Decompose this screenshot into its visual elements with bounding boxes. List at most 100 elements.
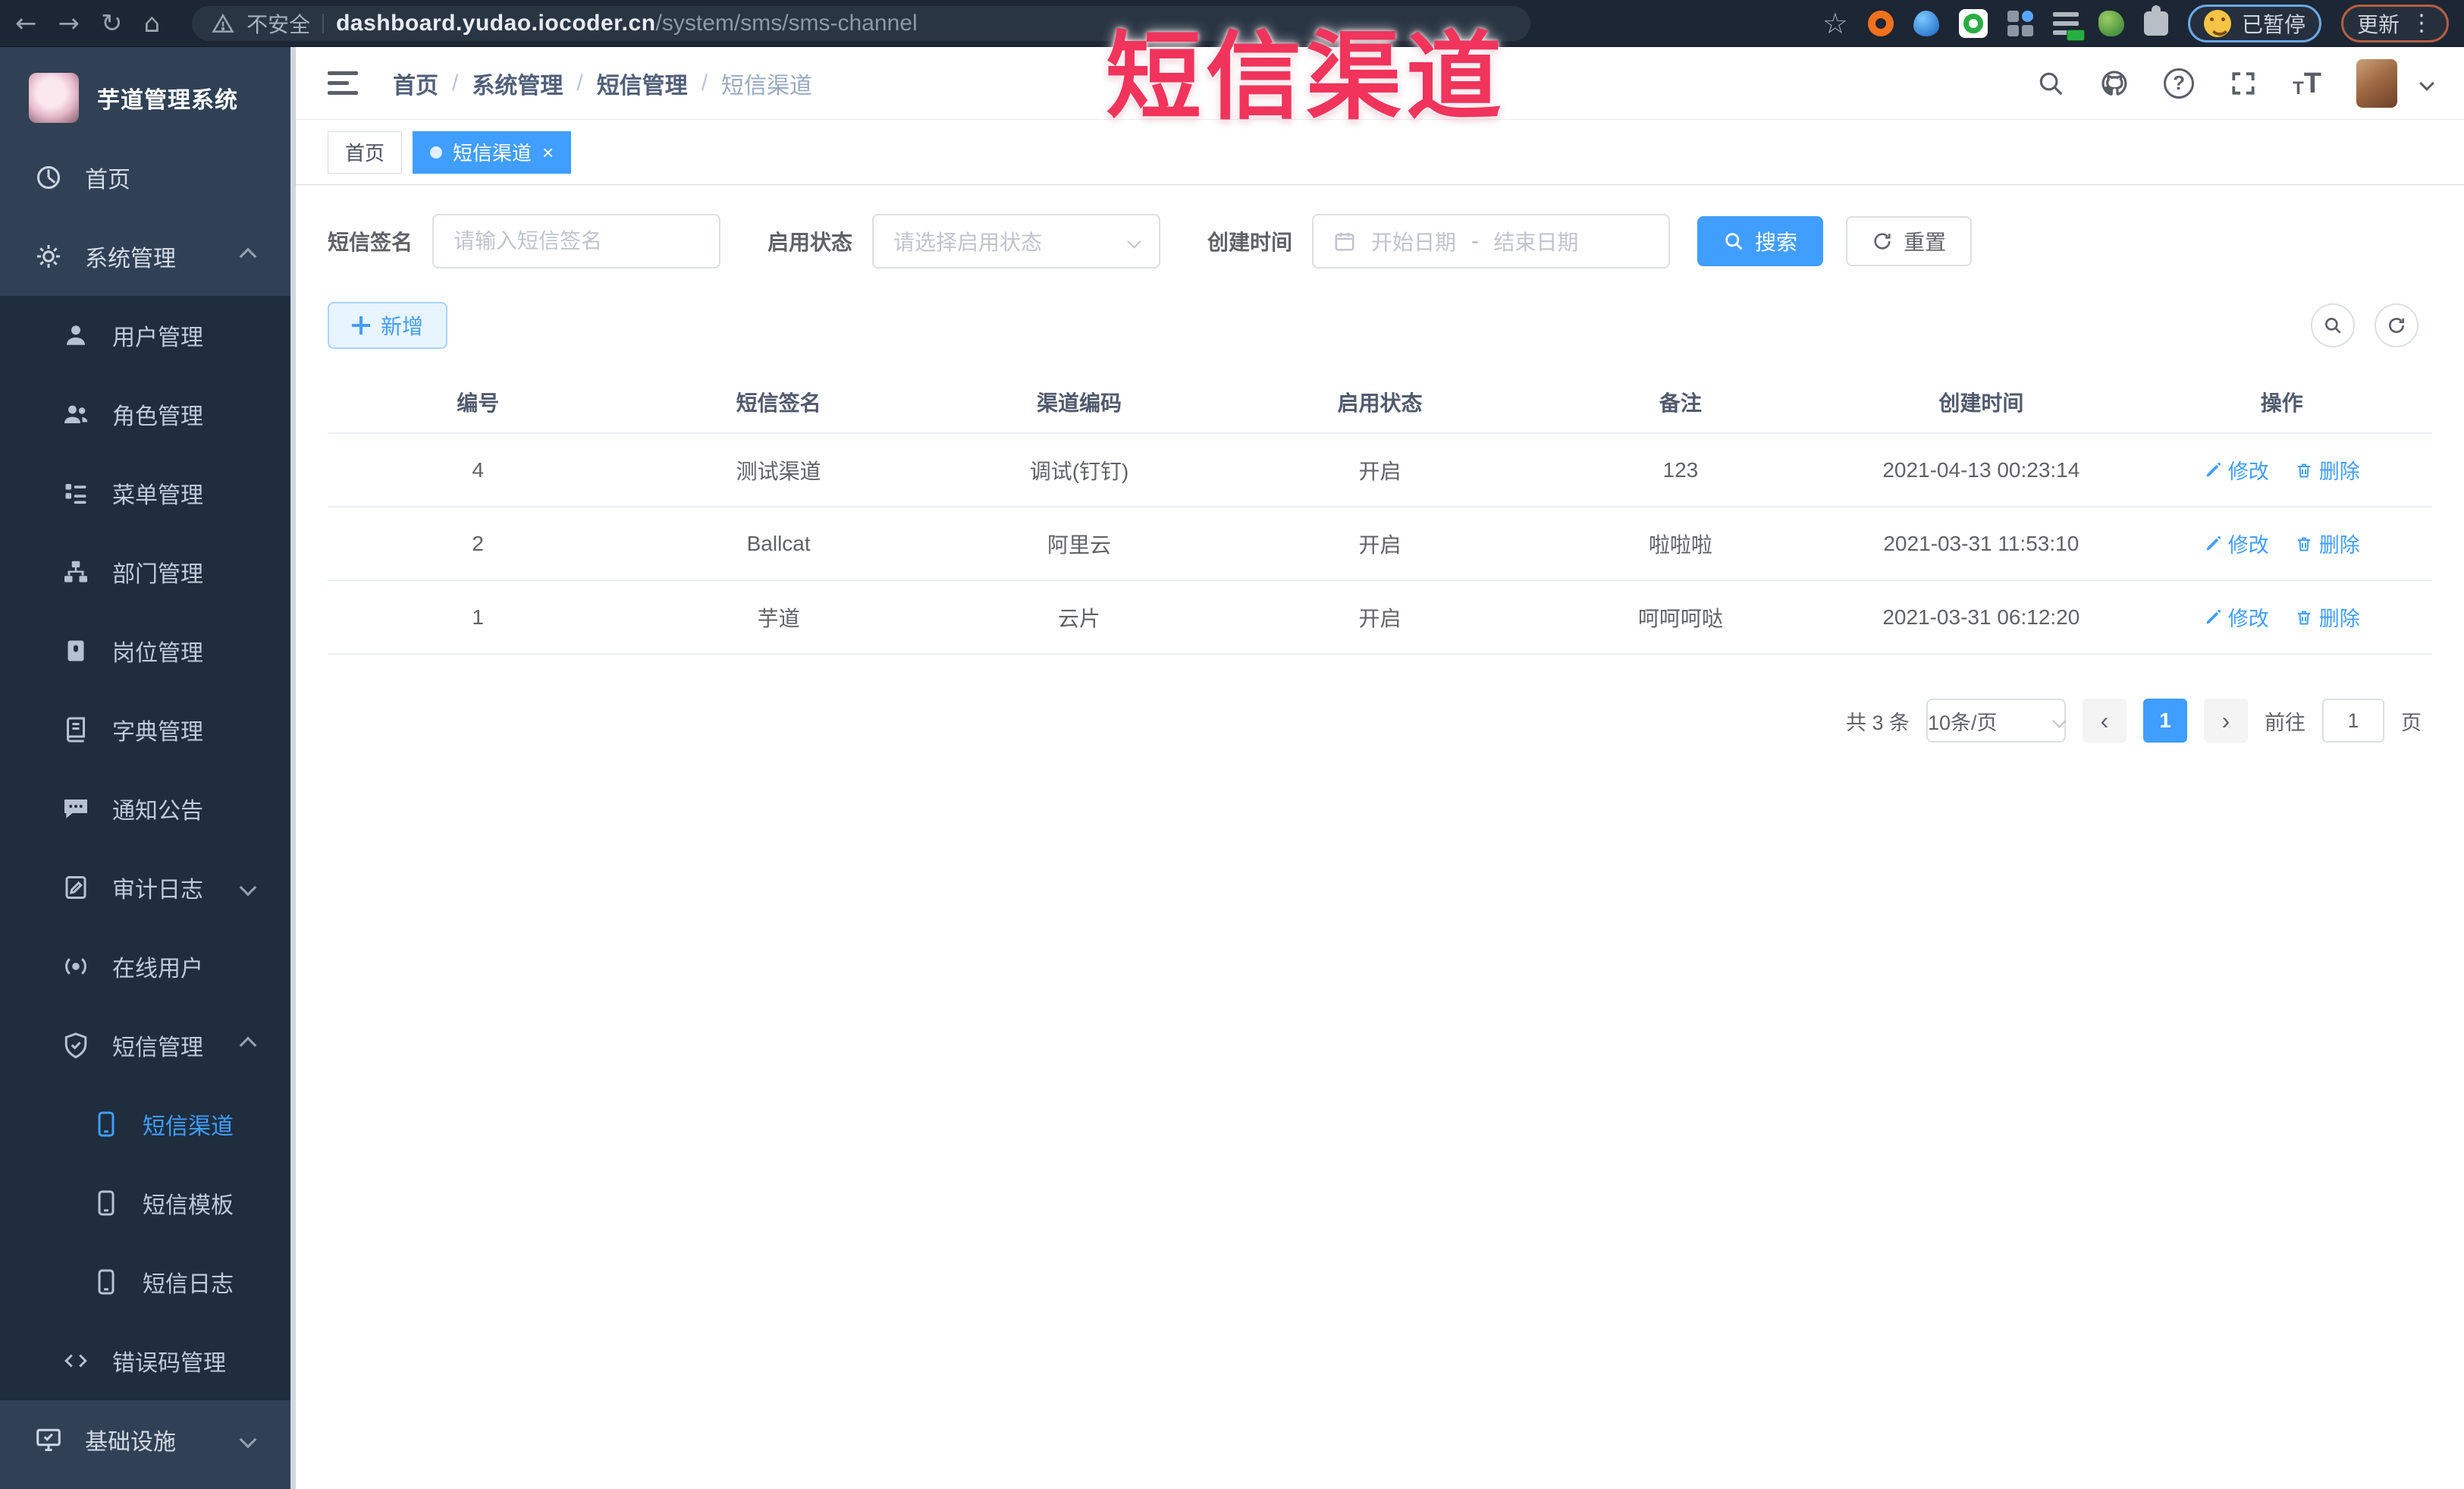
sidebar-item-audit-log[interactable]: 审计日志	[0, 848, 290, 927]
url-host: dashboard.yudao.iocoder.cn	[336, 10, 656, 36]
notice-icon	[64, 799, 87, 818]
header-search-icon[interactable]	[2036, 69, 2065, 98]
sidebar-item-sms-template[interactable]: 短信模板	[0, 1164, 290, 1242]
status-select[interactable]: 请选择启用状态	[872, 214, 1161, 269]
tab-home[interactable]: 首页	[328, 130, 403, 174]
refresh-icon	[2389, 318, 2404, 333]
chevron-down-icon	[1127, 234, 1141, 249]
reload-icon[interactable]: ↻	[101, 11, 123, 36]
search-icon	[2325, 318, 2341, 334]
font-size-icon[interactable]: TT	[2293, 69, 2321, 98]
sidebar-item-sms-log[interactable]: 短信日志	[0, 1242, 290, 1321]
page-1-button[interactable]: 1	[2143, 699, 2187, 743]
add-button[interactable]: 新增	[328, 302, 448, 349]
gear-icon	[37, 245, 60, 268]
status-label: 启用状态	[767, 231, 853, 254]
extensions-puzzle-icon[interactable]	[2143, 5, 2168, 36]
sidebar-toggle-icon[interactable]	[328, 71, 358, 95]
app-logo[interactable]: 芋道管理系统	[0, 47, 296, 138]
breadcrumb-system[interactable]: 系统管理	[472, 67, 563, 100]
browser-menu-icon[interactable]: ⋮	[2410, 10, 2433, 36]
delete-link[interactable]: 删除	[2295, 455, 2360, 485]
table-toolbar: 新增	[328, 302, 2432, 349]
logo-image	[29, 73, 79, 123]
home-icon[interactable]: ⌂	[144, 11, 161, 36]
sidebar-item-sms[interactable]: 短信管理	[0, 1006, 290, 1085]
sign-input[interactable]	[432, 214, 721, 269]
fullscreen-icon[interactable]	[2229, 69, 2258, 98]
sidebar-item-notices[interactable]: 通知公告	[0, 769, 290, 848]
search-button[interactable]: 搜索	[1697, 216, 1824, 266]
sidebar-item-menus[interactable]: 菜单管理	[0, 454, 290, 532]
tab-sms-channel[interactable]: 短信渠道 ×	[413, 130, 572, 174]
extension-list-icon[interactable]	[2052, 11, 2085, 41]
close-tab-icon[interactable]: ×	[542, 143, 554, 162]
bookmark-star-icon[interactable]: ☆	[1822, 7, 1848, 40]
sidebar-item-error-codes[interactable]: 错误码管理	[0, 1321, 290, 1400]
security-label[interactable]: 不安全	[246, 8, 310, 39]
sms-channel-table: 编号 短信签名 渠道编码 启用状态 备注 创建时间 操作 4 测试渠道 调试(钉…	[328, 372, 2432, 655]
sidebar-item-departments[interactable]: 部门管理	[0, 532, 290, 611]
dict-icon	[67, 717, 85, 743]
sms-channel-icon	[98, 1111, 115, 1137]
audit-log-icon	[65, 876, 86, 899]
pagination: 共 3 条 10条/页 ‹ 1 › 前往 页	[328, 699, 2432, 743]
sidebar-item-infrastructure[interactable]: 基础设施	[0, 1400, 290, 1479]
main-content: 短信签名 启用状态 请选择启用状态 创建时间 开始日期 - 结束日期 搜索 重置…	[296, 185, 2464, 1489]
role-icon	[64, 405, 88, 423]
edit-link[interactable]: 修改	[2204, 602, 2269, 632]
search-icon	[1725, 233, 1743, 250]
sidebar-item-sms-channel[interactable]: 短信渠道	[0, 1085, 290, 1164]
avatar-caret-icon[interactable]	[2419, 75, 2434, 91]
next-page-button[interactable]: ›	[2204, 699, 2248, 743]
emoji-avatar	[2203, 9, 2231, 37]
goto-page-input[interactable]	[2322, 699, 2384, 743]
edit-icon	[2206, 536, 2221, 550]
sidebar-item-system[interactable]: 系统管理	[0, 217, 290, 296]
sidebar-item-home[interactable]: 首页	[0, 138, 290, 217]
goto-label: 前往	[2265, 711, 2305, 734]
refresh-table-button[interactable]	[2375, 303, 2418, 347]
sidebar-item-online-users[interactable]: 在线用户	[0, 927, 290, 1006]
app-title: 芋道管理系统	[97, 88, 238, 113]
page-size-select[interactable]: 10条/页	[1926, 699, 2067, 743]
user-avatar[interactable]	[2356, 58, 2397, 108]
extension-plant-icon[interactable]	[2098, 10, 2124, 36]
delete-icon	[2297, 537, 2310, 551]
sidebar-item-roles[interactable]: 角色管理	[0, 375, 290, 454]
extension-green-icon[interactable]	[1958, 8, 1988, 38]
table-row: 1 芋道 云片 开启 呵呵呵哒 2021-03-31 06:12:20 修改 删…	[328, 581, 2432, 655]
plus-icon	[352, 316, 370, 335]
sidebar-item-posts[interactable]: 岗位管理	[0, 611, 290, 690]
delete-link[interactable]: 删除	[2295, 602, 2360, 632]
online-user-icon	[65, 958, 86, 975]
reset-button[interactable]: 重置	[1846, 216, 1973, 266]
back-icon[interactable]: ←	[15, 11, 37, 36]
sidebar: 芋道管理系统 首页 系统管理 用户管理 角色管理 菜单管理 部门管理 岗位管理 …	[0, 47, 296, 1489]
end-date-placeholder: 结束日期	[1493, 231, 1579, 254]
update-chip[interactable]: 更新 ⋮	[2340, 4, 2449, 42]
help-icon[interactable]: ?	[2164, 68, 2195, 99]
breadcrumb-sms[interactable]: 短信管理	[597, 67, 688, 100]
sidebar-menu: 首页 系统管理 用户管理 角色管理 菜单管理 部门管理 岗位管理 字典管理 通知…	[0, 138, 290, 1479]
extension-blue-icon[interactable]	[1913, 10, 1939, 36]
sidebar-item-users[interactable]: 用户管理	[0, 296, 290, 375]
toggle-search-button[interactable]	[2311, 303, 2355, 347]
forward-icon[interactable]: →	[58, 11, 80, 36]
page-title-annotation: 短信渠道	[1106, 24, 1506, 130]
edit-link[interactable]: 修改	[2204, 529, 2269, 558]
total-count: 共 3 条	[1845, 711, 1910, 734]
delete-link[interactable]: 删除	[2295, 529, 2360, 558]
edit-link[interactable]: 修改	[2204, 455, 2269, 485]
chevron-down-icon	[239, 878, 257, 897]
profile-paused-chip[interactable]: 已暂停	[2187, 4, 2321, 42]
extension-orange-icon[interactable]	[1867, 10, 1894, 36]
sidebar-item-dictionary[interactable]: 字典管理	[0, 690, 290, 769]
edit-icon	[2206, 462, 2221, 476]
breadcrumb-home[interactable]: 首页	[393, 67, 438, 100]
prev-page-button[interactable]: ‹	[2083, 699, 2127, 743]
date-range-picker[interactable]: 开始日期 - 结束日期	[1312, 214, 1671, 269]
dashboard-icon	[37, 166, 60, 189]
github-icon[interactable]	[2100, 69, 2129, 98]
extension-grid-icon[interactable]	[2007, 10, 2033, 36]
